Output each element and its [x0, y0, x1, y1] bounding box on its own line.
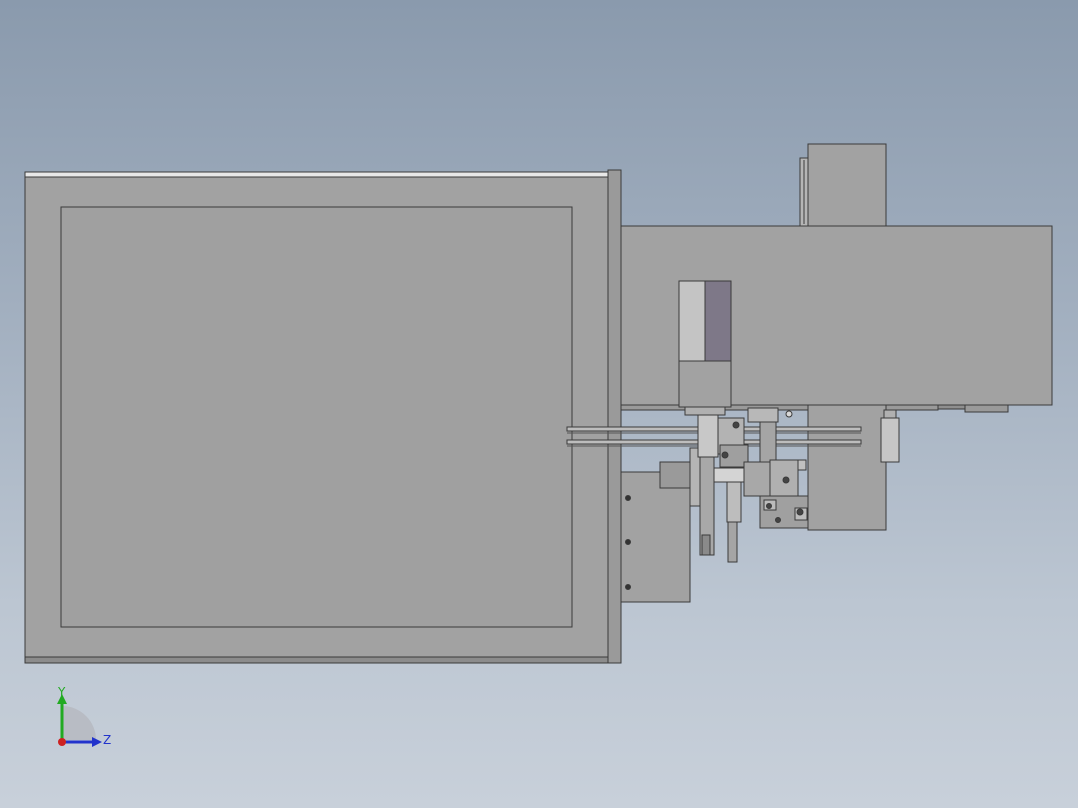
- x-axis-origin-dot: [58, 738, 66, 746]
- side-mounting-plate[interactable]: [620, 471, 691, 603]
- machine-assembly-model[interactable]: [0, 0, 1078, 808]
- cad-graphics-viewport[interactable]: Y Z: [0, 0, 1078, 808]
- z-axis-arrowhead: [92, 737, 102, 747]
- enclosure-frame[interactable]: [24, 169, 622, 664]
- triad-quadrant: [62, 706, 96, 740]
- z-axis-label: Z: [103, 733, 111, 747]
- coordinate-triad: Y Z: [57, 685, 111, 747]
- y-axis-label: Y: [57, 685, 66, 699]
- pneumatic-cylinder[interactable]: [678, 280, 732, 416]
